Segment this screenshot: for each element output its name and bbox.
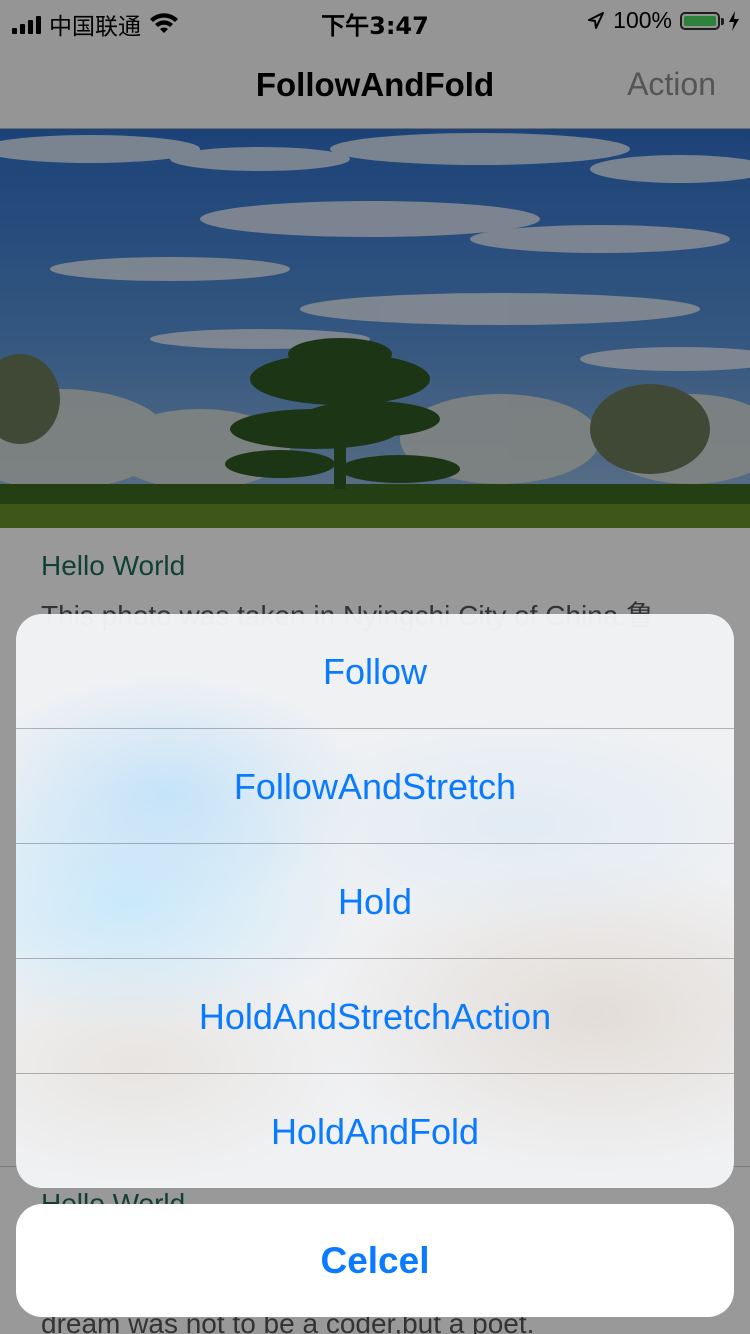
sheet-option-hold[interactable]: Hold (16, 844, 734, 959)
sheet-option-hold-and-fold[interactable]: HoldAndFold (16, 1074, 734, 1188)
sheet-option-follow[interactable]: Follow (16, 614, 734, 729)
sheet-option-follow-and-stretch[interactable]: FollowAndStretch (16, 729, 734, 844)
action-sheet: Follow FollowAndStretch Hold HoldAndStre… (16, 614, 734, 1188)
screen: 中国联通 下午3:47 100% FollowAndFold Action He… (0, 0, 750, 1334)
cancel-button[interactable]: Celcel (16, 1204, 734, 1317)
sheet-option-hold-and-stretch-action[interactable]: HoldAndStretchAction (16, 959, 734, 1074)
